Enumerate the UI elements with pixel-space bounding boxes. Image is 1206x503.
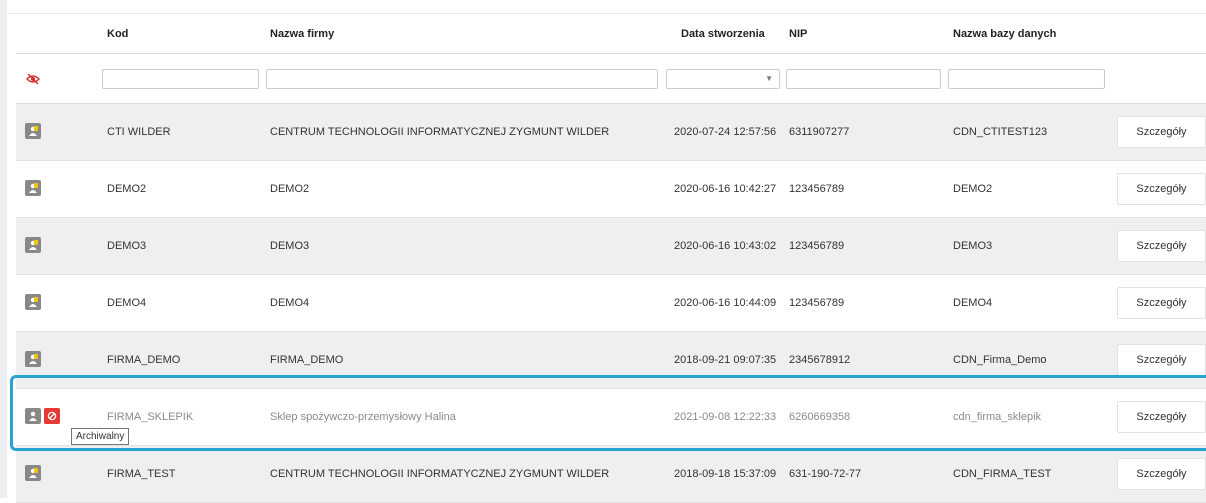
details-button[interactable]: Szczegóły: [1117, 173, 1206, 205]
cell-kod: DEMO4: [107, 297, 147, 309]
cell-nazwa-firmy: DEMO4: [270, 297, 310, 309]
cell-nazwa-firmy: CENTRUM TECHNOLOGII INFORMATYCZNEJ ZYGMU…: [270, 468, 610, 480]
details-button[interactable]: Szczegóły: [1117, 458, 1206, 490]
cell-data-stworzenia: 2020-06-16 10:43:02: [674, 240, 777, 252]
details-button[interactable]: Szczegóły: [1117, 344, 1206, 376]
cell-kod: DEMO3: [107, 240, 147, 252]
grid-header: Kod Nazwa firmy Data stworzenia NIP Nazw…: [16, 14, 1206, 54]
cell-nip: 123456789: [789, 297, 845, 309]
cell-nip: 123456789: [789, 183, 845, 195]
grid-top-border: [7, 0, 1206, 14]
filter-kod-input[interactable]: [102, 69, 259, 89]
column-header-kod[interactable]: Kod: [107, 14, 128, 54]
details-button[interactable]: Szczegóły: [1117, 401, 1206, 433]
tooltip: Archiwalny: [71, 428, 130, 445]
cell-nip: 6311907277: [789, 126, 850, 138]
column-header-nip[interactable]: NIP: [789, 14, 807, 54]
cell-data-stworzenia: 2021-09-08 12:22:33: [674, 411, 777, 423]
filter-nazwa-bazy-input[interactable]: [948, 69, 1105, 89]
company-icon: [25, 294, 41, 310]
table-row[interactable]: FIRMA_TEST CENTRUM TECHNOLOGII INFORMATYC…: [16, 446, 1206, 503]
cell-nip: 631-190-72-77: [789, 468, 862, 480]
cell-nazwa-firmy: CENTRUM TECHNOLOGII INFORMATYCZNEJ ZYGMU…: [270, 126, 610, 138]
ban-icon[interactable]: [44, 408, 60, 424]
details-button[interactable]: Szczegóły: [1117, 230, 1206, 262]
filter-data-stworzenia-select[interactable]: ▼: [666, 69, 780, 89]
table-row[interactable]: FIRMA_SKLEPIK Sklep spożywczo-przemysłowy…: [16, 389, 1206, 446]
cell-nazwa-bazy: DEMO2: [953, 183, 993, 195]
cell-data-stworzenia: 2020-06-16 10:44:09: [674, 297, 777, 309]
filter-nip-input[interactable]: [786, 69, 941, 89]
company-icon: [25, 465, 41, 481]
chevron-down-icon: ▼: [765, 74, 773, 83]
column-header-data-stworzenia[interactable]: Data stworzenia: [681, 14, 765, 54]
cell-nazwa-bazy: CDN_Firma_Demo: [953, 354, 1047, 366]
table-row[interactable]: CTI WILDER CENTRUM TECHNOLOGII INFORMATYC…: [16, 104, 1206, 161]
company-icon: [25, 237, 41, 253]
cell-data-stworzenia: 2018-09-21 09:07:35: [674, 354, 777, 366]
company-icon: [25, 123, 41, 139]
cell-kod: DEMO2: [107, 183, 147, 195]
cell-nip: 2345678912: [789, 354, 851, 366]
left-sidebar-strip: [0, 0, 7, 498]
company-icon: [25, 351, 41, 367]
details-button[interactable]: Szczegóły: [1117, 116, 1206, 148]
eye-off-icon[interactable]: [26, 73, 40, 85]
cell-kod: FIRMA_DEMO: [107, 354, 181, 366]
table-row[interactable]: FIRMA_DEMO FIRMA_DEMO 2018-09-21 09:07:35 2…: [16, 332, 1206, 389]
company-icon: [25, 408, 41, 424]
cell-nazwa-bazy: CDN_CTITEST123: [953, 126, 1048, 138]
cell-nip: 6260669358: [789, 411, 851, 423]
cell-kod: FIRMA_TEST: [107, 468, 176, 480]
column-header-nazwa-bazy[interactable]: Nazwa bazy danych: [953, 14, 1056, 54]
cell-nazwa-firmy: DEMO2: [270, 183, 310, 195]
cell-data-stworzenia: 2020-07-24 12:57:56: [674, 126, 777, 138]
cell-nazwa-bazy: DEMO4: [953, 297, 993, 309]
cell-nazwa-firmy: Sklep spożywczo-przemysłowy Halina: [270, 411, 456, 423]
cell-kod: CTI WILDER: [107, 126, 171, 138]
filter-row: ▼: [16, 54, 1206, 104]
cell-data-stworzenia: 2020-06-16 10:42:27: [674, 183, 777, 195]
filter-nazwa-firmy-input[interactable]: [266, 69, 658, 89]
cell-nazwa-bazy: cdn_firma_sklepik: [953, 411, 1042, 423]
table-row[interactable]: DEMO4 DEMO4 2020-06-16 10:44:09 123456789 DE…: [16, 275, 1206, 332]
cell-nazwa-bazy: CDN_FIRMA_TEST: [953, 468, 1052, 480]
cell-nazwa-firmy: FIRMA_DEMO: [270, 354, 344, 366]
details-button[interactable]: Szczegóły: [1117, 287, 1206, 319]
cell-nazwa-bazy: DEMO3: [953, 240, 993, 252]
cell-nip: 123456789: [789, 240, 845, 252]
table-row[interactable]: DEMO2 DEMO2 2020-06-16 10:42:27 123456789 DE…: [16, 161, 1206, 218]
company-icon: [25, 180, 41, 196]
table-row[interactable]: DEMO3 DEMO3 2020-06-16 10:43:02 123456789 DE…: [16, 218, 1206, 275]
cell-data-stworzenia: 2018-09-18 15:37:09: [674, 468, 777, 480]
column-header-nazwa-firmy[interactable]: Nazwa firmy: [270, 14, 334, 54]
cell-nazwa-firmy: DEMO3: [270, 240, 310, 252]
